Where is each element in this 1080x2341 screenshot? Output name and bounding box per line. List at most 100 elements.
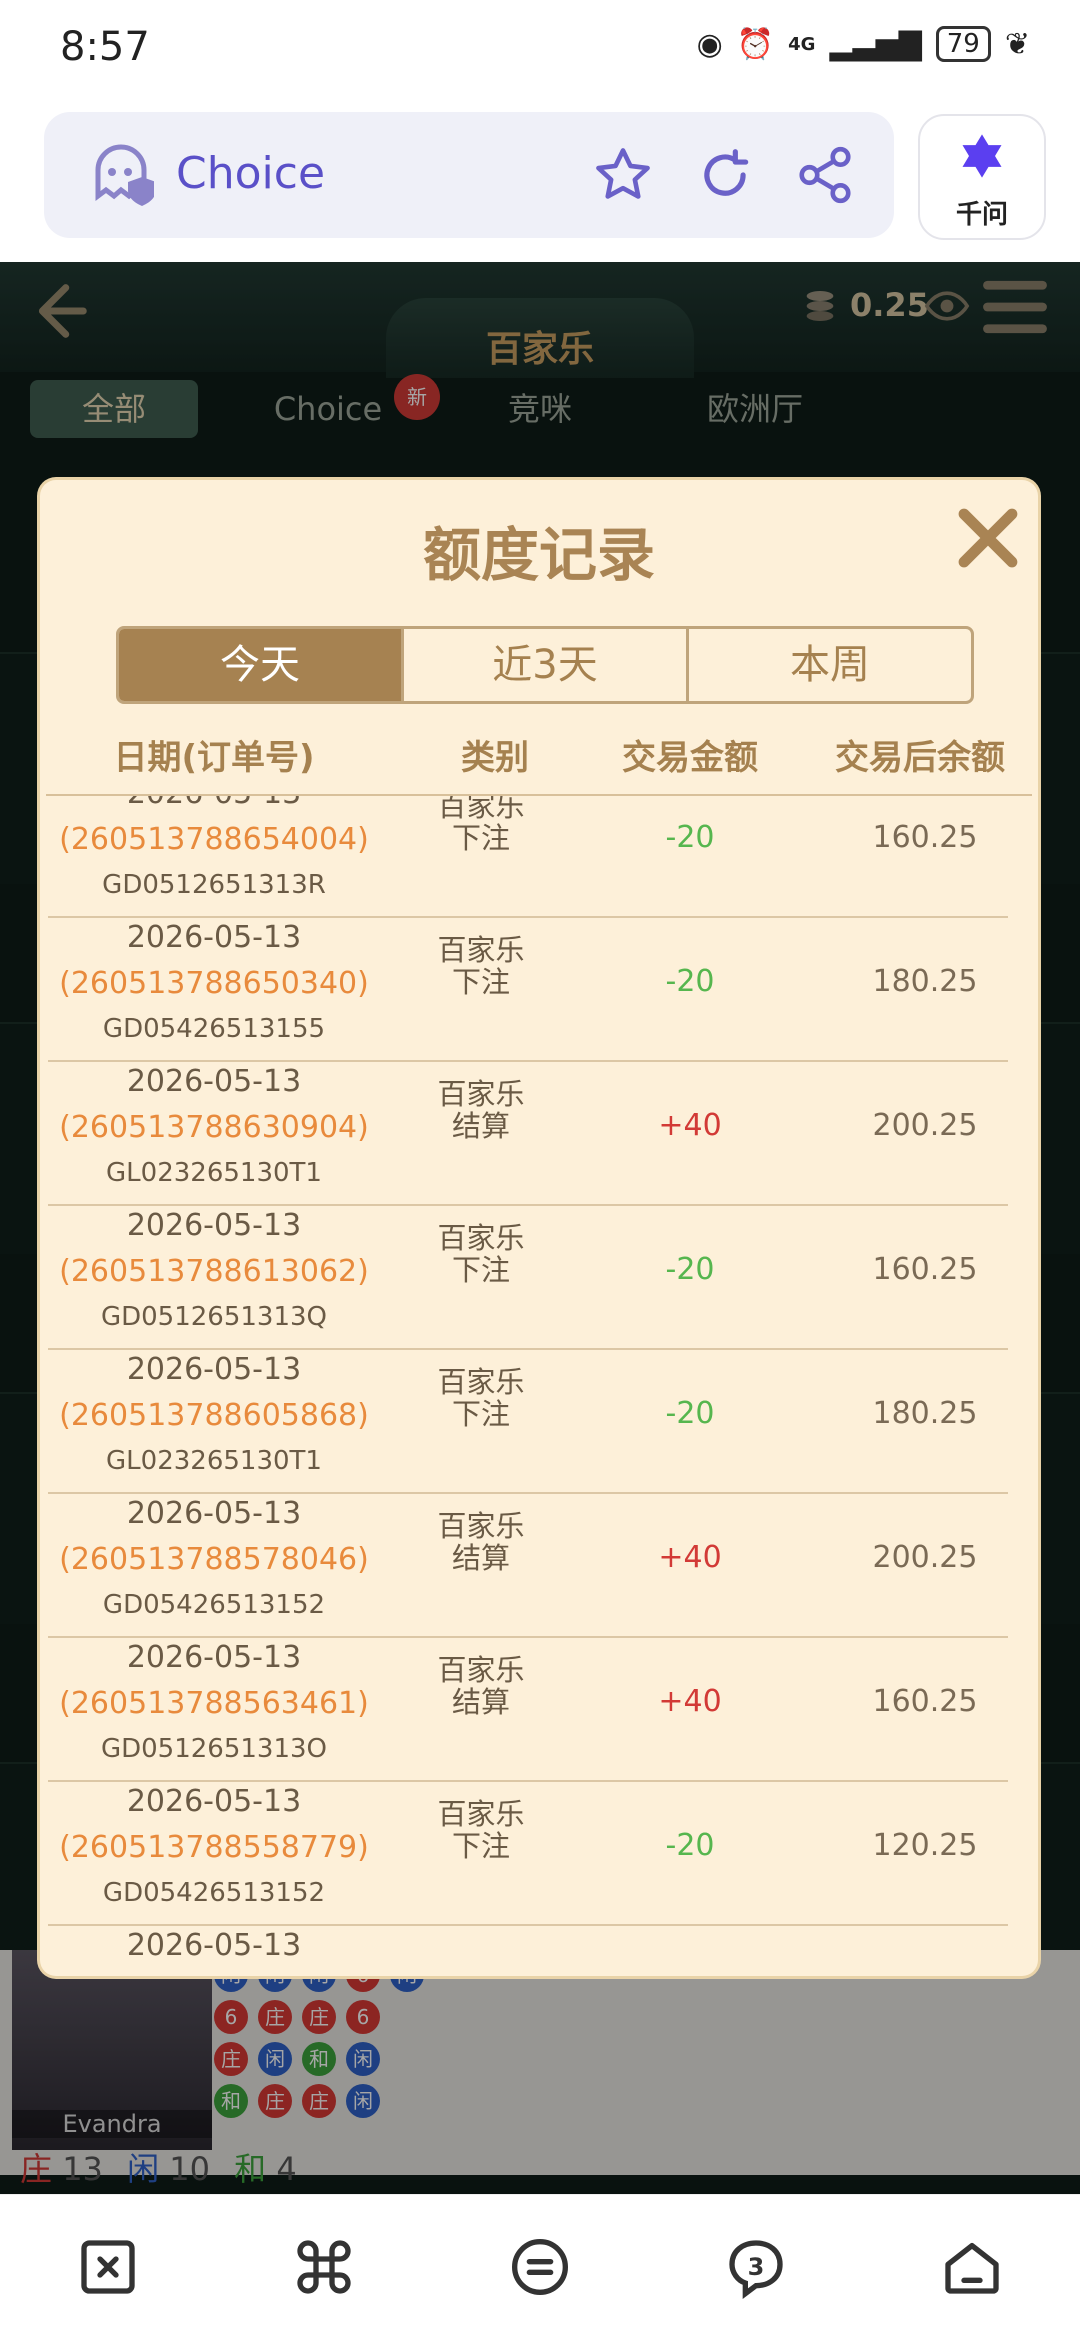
table-row: 2026-05-13 (260513788558779) GD054265131…: [40, 1784, 1038, 1928]
row-divider: [48, 1348, 1008, 1350]
assistant-logo-icon: [962, 134, 1002, 178]
record-category: 百家乐 下注: [437, 796, 525, 855]
record-category: 百家乐 结算: [437, 1077, 525, 1143]
record-amount: +40: [658, 1108, 722, 1143]
order-number: (260513788650340): [59, 966, 369, 1001]
record-balance: 160.25: [872, 820, 978, 855]
assistant-button[interactable]: 千问: [918, 114, 1046, 240]
tab-today[interactable]: 今天: [119, 629, 404, 701]
close-tab-icon[interactable]: [76, 2235, 140, 2299]
table-row: 2026-05-13 (260513788654004) GD051265131…: [40, 796, 1038, 920]
table-code: GD05426513152: [102, 1590, 326, 1620]
record-balance: 180.25: [872, 1396, 978, 1431]
record-date: 2026-05-13: [126, 1496, 302, 1531]
header-date: 日期(订单号): [113, 738, 315, 778]
credit-record-dialog: 额度记录 今天 近3天 本周 日期(订单号) 类别 交易金额 交易后余额 202…: [40, 480, 1038, 1976]
svg-text:3: 3: [748, 2253, 765, 2281]
order-number: (260513788630904): [59, 1110, 369, 1145]
record-date: 2026-05-13: [126, 920, 302, 955]
address-bar[interactable]: Choice: [44, 112, 894, 238]
order-number: (260513788605868): [59, 1398, 369, 1433]
shield-ghost-icon: [95, 144, 154, 206]
record-amount: +40: [658, 1540, 722, 1575]
table-code: GD0512651313O: [100, 1734, 328, 1764]
home-icon[interactable]: [940, 2235, 1004, 2299]
bottom-nav: 3: [0, 2194, 1080, 2341]
row-divider: [48, 1636, 1008, 1638]
tabs-count-icon[interactable]: 3: [724, 2235, 788, 2299]
row-divider: [48, 916, 1008, 918]
status-time: 8:57: [60, 24, 150, 70]
status-icons: ◉ ⏰ 4G ▂▃▅▇ 79 ❦: [697, 26, 1030, 62]
record-category: 百家乐 结算: [437, 1509, 525, 1575]
eye-icon: ◉: [696, 26, 723, 62]
apps-icon[interactable]: [292, 2235, 356, 2299]
table-code: GL023265130T1: [106, 1446, 322, 1476]
row-divider: [48, 1492, 1008, 1494]
record-date: 2026-05-13: [126, 1208, 302, 1243]
alarm-icon: ⏰: [736, 26, 775, 62]
record-date: 2026-05-13: [126, 1064, 302, 1099]
battery-level: 79: [935, 26, 991, 62]
table-row: 2026-05-13 (260513788630904) GL023265130…: [40, 1064, 1038, 1208]
menu-circle-icon[interactable]: [508, 2235, 572, 2299]
record-category: 百家乐 结算: [437, 1653, 525, 1719]
leaf-icon: ❦: [1004, 26, 1030, 62]
status-bar: 8:57 ◉ ⏰ 4G ▂▃▅▇ 79 ❦: [0, 0, 1080, 100]
record-category: 百家乐 下注: [437, 1365, 525, 1431]
header-amount: 交易金额: [622, 738, 758, 778]
record-category: 百家乐 下注: [437, 1221, 525, 1287]
url-text: Choice: [176, 148, 326, 199]
close-icon[interactable]: [952, 502, 1024, 574]
record-amount: +40: [658, 1684, 722, 1719]
record-balance: 160.25: [872, 1252, 978, 1287]
table-code: GL023265130T1: [106, 1158, 322, 1188]
star-icon[interactable]: [592, 144, 654, 206]
record-list[interactable]: 2026-05-13 (260513788654004) GD051265131…: [40, 796, 1038, 1968]
record-date: 2026-05-13: [126, 1784, 302, 1819]
signal-icon: ▂▃▅▇: [829, 26, 922, 62]
order-number: (260513788613062): [59, 1254, 369, 1289]
row-divider: [48, 1924, 1008, 1926]
record-amount: -20: [665, 1396, 715, 1431]
row-divider: [48, 1060, 1008, 1062]
dialog-title: 额度记录: [422, 521, 655, 589]
record-date: 2026-05-13: [126, 1928, 302, 1963]
record-balance: 120.25: [872, 1828, 978, 1863]
table-row: 2026-05-13 (260513788613062) GD051265131…: [40, 1208, 1038, 1352]
table-code: GD05426513152: [102, 1878, 326, 1908]
date-range-selector: 今天 近3天 本周: [116, 626, 974, 704]
tab-this-week[interactable]: 本周: [689, 629, 971, 701]
header-balance: 交易后余额: [835, 738, 1005, 778]
record-balance: 200.25: [872, 1540, 978, 1575]
tab-last-3-days[interactable]: 近3天: [404, 629, 689, 701]
browser-bar: Choice 千问: [0, 100, 1080, 262]
assistant-label: 千问: [955, 200, 1008, 230]
signal-label: 4G: [788, 33, 816, 55]
record-date: 2026-05-13: [126, 1640, 302, 1675]
record-balance: 200.25: [872, 1108, 978, 1143]
order-number: (260513788578046): [59, 1542, 369, 1577]
record-amount: -20: [665, 820, 715, 855]
table-code: GD0512651313R: [102, 870, 326, 900]
record-date: 2026-05-13: [126, 1352, 302, 1387]
order-number: (260513788654004): [59, 822, 369, 857]
row-divider: [48, 1204, 1008, 1206]
table-row: 2026-05-13: [40, 1928, 1038, 1968]
record-category: 百家乐 下注: [437, 933, 525, 999]
record-date: 2026-05-13: [40, 796, 388, 811]
table-row: 2026-05-13 (260513788605868) GL023265130…: [40, 1352, 1038, 1496]
record-amount: -20: [665, 1828, 715, 1863]
table-row: 2026-05-13 (260513788650340) GD054265131…: [40, 920, 1038, 1064]
record-amount: -20: [665, 964, 715, 999]
share-icon[interactable]: [794, 144, 856, 206]
record-balance: 160.25: [872, 1684, 978, 1719]
record-amount: -20: [665, 1252, 715, 1287]
record-balance: 180.25: [872, 964, 978, 999]
order-number: (260513788563461): [59, 1686, 369, 1721]
table-code: GD05426513155: [102, 1014, 326, 1044]
row-divider: [48, 1780, 1008, 1782]
refresh-icon[interactable]: [694, 144, 756, 206]
record-category: 百家乐 下注: [437, 1797, 525, 1863]
table-row: 2026-05-13 (260513788578046) GD054265131…: [40, 1496, 1038, 1640]
